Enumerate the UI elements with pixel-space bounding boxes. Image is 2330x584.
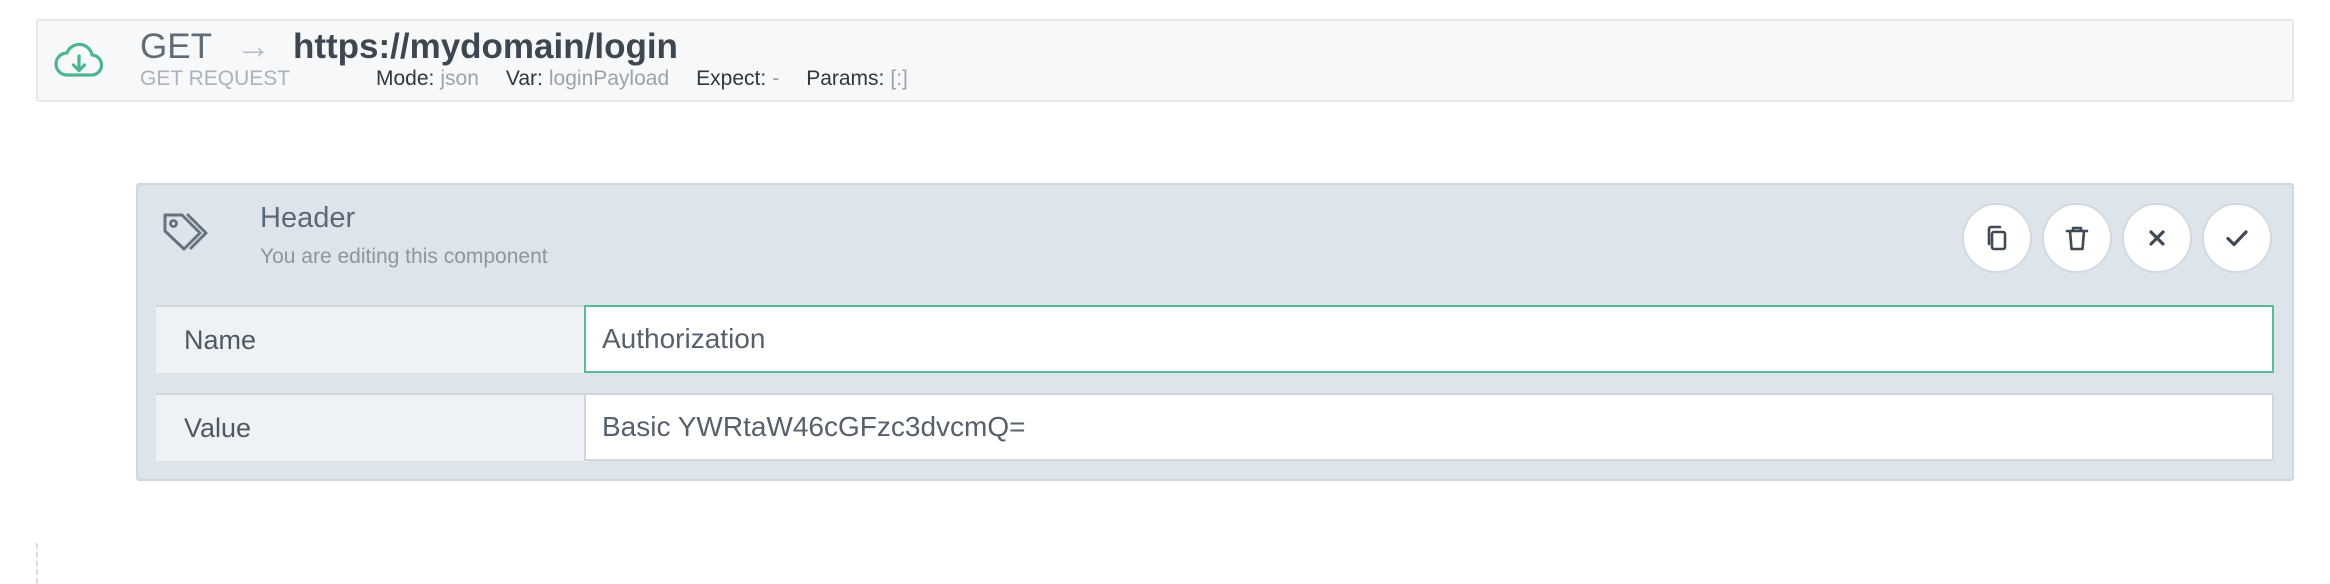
var-value: loginPayload xyxy=(548,67,670,90)
copy-button[interactable] xyxy=(1962,203,2032,273)
expect-label: Expect: xyxy=(696,67,767,90)
component-subtitle: You are editing this component xyxy=(260,245,548,268)
request-method: GET xyxy=(140,27,212,66)
request-summary: GET → https://mydomain/login xyxy=(140,27,678,67)
mode-label: Mode: xyxy=(376,67,435,90)
check-icon xyxy=(2226,230,2248,247)
trash-icon xyxy=(2065,226,2089,251)
request-url: https://mydomain/login xyxy=(292,27,678,66)
request-bar[interactable]: GET → https://mydomain/login GET REQUEST… xyxy=(36,19,2294,102)
name-input[interactable] xyxy=(584,305,2274,373)
params-label: Params: xyxy=(806,67,885,90)
copy-icon xyxy=(1987,225,2007,251)
header-component-editor: Header You are editing this component Na… xyxy=(136,183,2294,481)
value-input[interactable] xyxy=(584,393,2274,461)
component-actions xyxy=(1962,203,2272,273)
confirm-button[interactable] xyxy=(2202,203,2272,273)
request-meta: GET REQUEST Mode: json Var: loginPayload… xyxy=(140,67,935,91)
name-label: Name xyxy=(156,305,584,373)
arrow-right-icon: → xyxy=(235,27,271,66)
params-value: [:] xyxy=(890,67,908,90)
value-label: Value xyxy=(156,393,584,461)
mode-value: json xyxy=(440,67,479,90)
component-title: Header xyxy=(260,202,356,234)
cancel-button[interactable] xyxy=(2122,203,2192,273)
name-field-row: Name xyxy=(156,305,2274,373)
flow-connector xyxy=(36,543,38,584)
request-type: GET REQUEST xyxy=(140,67,291,90)
cloud-download-icon xyxy=(54,39,104,85)
value-field-row: Value xyxy=(156,393,2274,461)
tags-icon xyxy=(162,211,212,255)
var-label: Var: xyxy=(505,67,543,90)
close-icon xyxy=(2149,230,2165,246)
expect-value: - xyxy=(772,67,780,90)
delete-button[interactable] xyxy=(2042,203,2112,273)
